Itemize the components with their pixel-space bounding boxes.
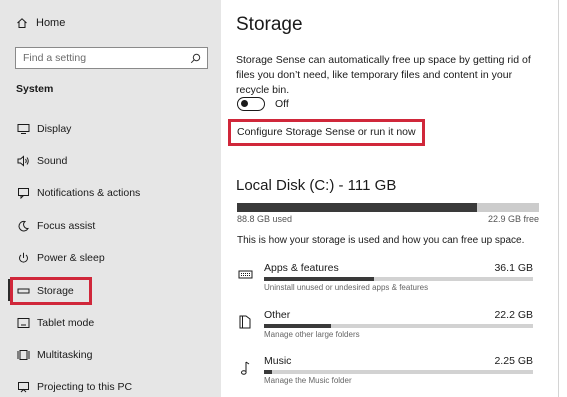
usage-description: This is how your storage is used and how… [237,235,525,246]
page-title: Storage [236,14,303,35]
category-music[interactable]: Music 2.25 GB Manage the Music folder [237,355,533,391]
section-title: System [16,83,54,95]
multitasking-icon [16,348,30,362]
sidebar-item-label: Multitasking [37,349,93,361]
speaker-icon [16,154,30,168]
category-name: Other [264,309,291,321]
category-size: 2.25 GB [494,355,533,367]
sidebar-item-tablet-mode[interactable]: Tablet mode [16,315,94,331]
category-bar [264,277,533,281]
category-bar [264,324,533,328]
sidebar-item-label: Power & sleep [37,252,105,264]
configure-highlight-box [228,119,425,146]
music-icon [237,359,253,377]
category-bar-fill [264,370,273,374]
display-icon [16,122,30,136]
notification-icon [16,186,30,200]
category-subtitle: Uninstall unused or undesired apps & fea… [264,283,429,292]
category-name: Apps & features [264,262,339,274]
category-other[interactable]: Other 22.2 GB Manage other large folders [237,309,533,345]
folder-icon [237,313,253,331]
toggle-knob [241,100,248,107]
disk-title: Local Disk (C:) - 111 GB [236,177,397,194]
disk-usage-fill [237,203,478,212]
moon-icon [16,219,30,233]
sidebar-item-focus-assist[interactable]: Focus assist [16,218,95,234]
projecting-icon [16,380,30,394]
sidebar-item-power-sleep[interactable]: Power & sleep [16,250,105,266]
sidebar-item-display[interactable]: Display [16,121,71,137]
search-placeholder: Find a setting [23,52,87,64]
search-input[interactable]: Find a setting [15,47,208,69]
sidebar: Home Find a setting System Display Sound… [0,0,221,397]
sidebar-item-label: Notifications & actions [37,187,141,199]
category-apps-features[interactable]: Apps & features 36.1 GB Uninstall unused… [237,262,533,298]
category-bar [264,370,533,374]
power-icon [16,251,30,265]
category-bar-fill [264,324,332,328]
tablet-icon [16,316,30,330]
sidebar-item-label: Focus assist [37,220,96,232]
sidebar-item-label: Sound [37,155,68,167]
storage-sense-description: Storage Sense can automatically free up … [236,54,531,96]
home-label: Home [36,17,66,29]
disk-usage-bar [237,203,539,212]
disk-free-label: 22.9 GB free [487,214,539,224]
home-nav[interactable]: Home [16,17,65,29]
category-bar-fill [264,277,375,281]
category-size: 22.2 GB [494,309,533,321]
sidebar-item-label: Tablet mode [37,317,95,329]
apps-icon [237,266,253,284]
sidebar-item-sound[interactable]: Sound [16,153,67,169]
category-name: Music [264,355,292,367]
sidebar-item-label: Projecting to this PC [37,381,133,393]
category-subtitle: Manage the Music folder [264,376,352,385]
window-edge [558,0,559,397]
category-size: 36.1 GB [494,262,533,274]
category-subtitle: Manage other large folders [264,330,360,339]
storage-sense-toggle[interactable] [237,97,265,111]
storage-highlight-box [10,277,92,305]
sidebar-item-multitasking[interactable]: Multitasking [16,347,92,363]
disk-used-label: 88.8 GB used [237,214,293,224]
sidebar-item-projecting[interactable]: Projecting to this PC [16,379,132,395]
sidebar-item-notifications[interactable]: Notifications & actions [16,185,140,201]
search-icon[interactable] [190,53,201,64]
sidebar-item-label: Display [37,123,72,135]
home-icon [17,18,27,28]
toggle-state-label: Off [275,98,289,110]
